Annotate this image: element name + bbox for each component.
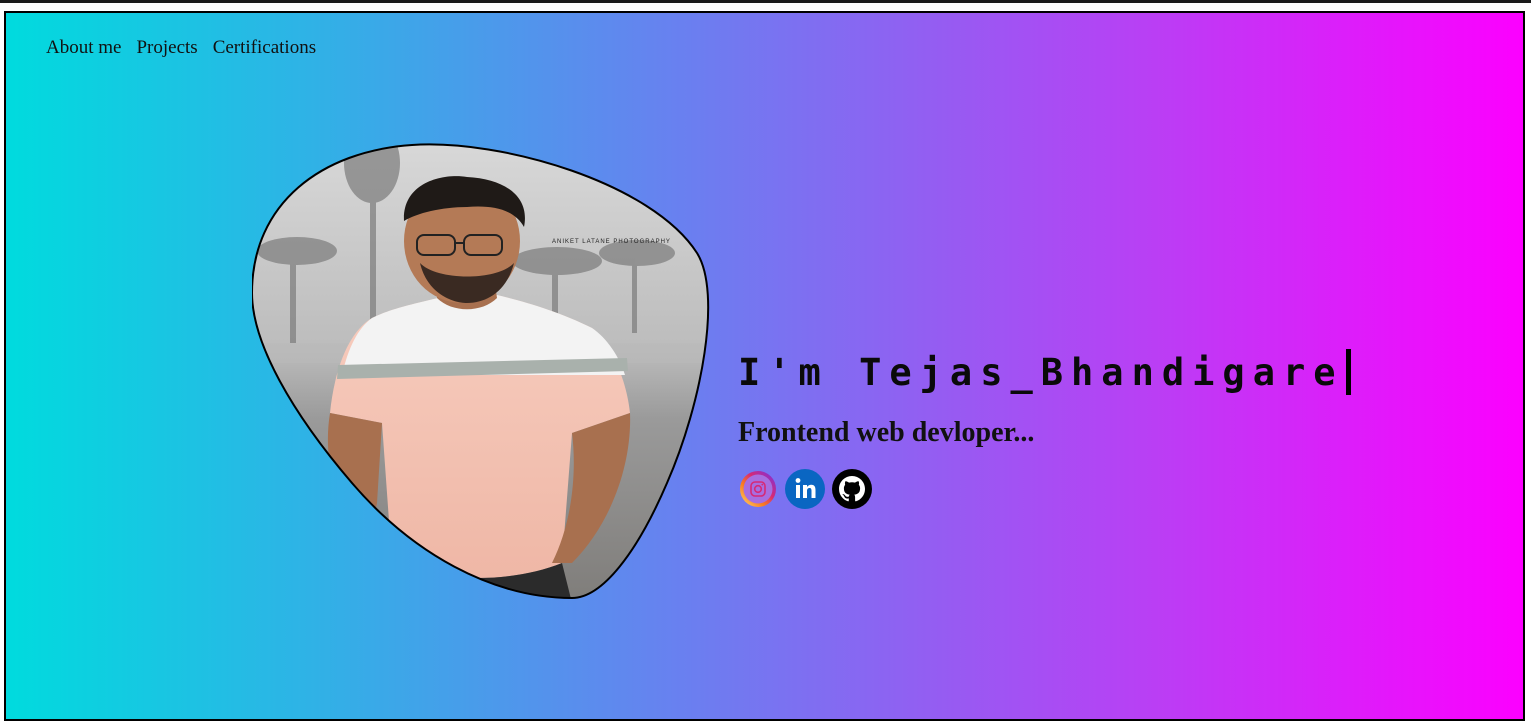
- github-icon[interactable]: [832, 469, 872, 509]
- nav-link-about-me[interactable]: About me: [46, 37, 121, 59]
- typing-cursor: [1345, 349, 1351, 395]
- window-top-border: [0, 0, 1531, 3]
- hero-section: About me Projects Certifications ANIKET …: [4, 11, 1525, 721]
- social-links: [738, 469, 1351, 509]
- nav-link-projects[interactable]: Projects: [136, 37, 197, 59]
- top-navigation: About me Projects Certifications: [46, 37, 316, 59]
- headline-row: I'm Tejas_Bhandigare: [738, 349, 1351, 395]
- instagram-icon[interactable]: [738, 469, 778, 509]
- linkedin-icon[interactable]: [785, 469, 825, 509]
- nav-link-certifications[interactable]: Certifications: [213, 37, 316, 59]
- profile-photo: ANIKET LATANE PHOTOGRAPHY: [252, 143, 712, 603]
- photo-watermark: ANIKET LATANE PHOTOGRAPHY: [552, 239, 671, 245]
- role-subtitle: Frontend web devloper...: [738, 417, 1035, 448]
- intro-block: I'm Tejas_Bhandigare Frontend web devlop…: [738, 349, 1351, 509]
- headline-text: I'm Tejas_Bhandigare: [738, 350, 1344, 394]
